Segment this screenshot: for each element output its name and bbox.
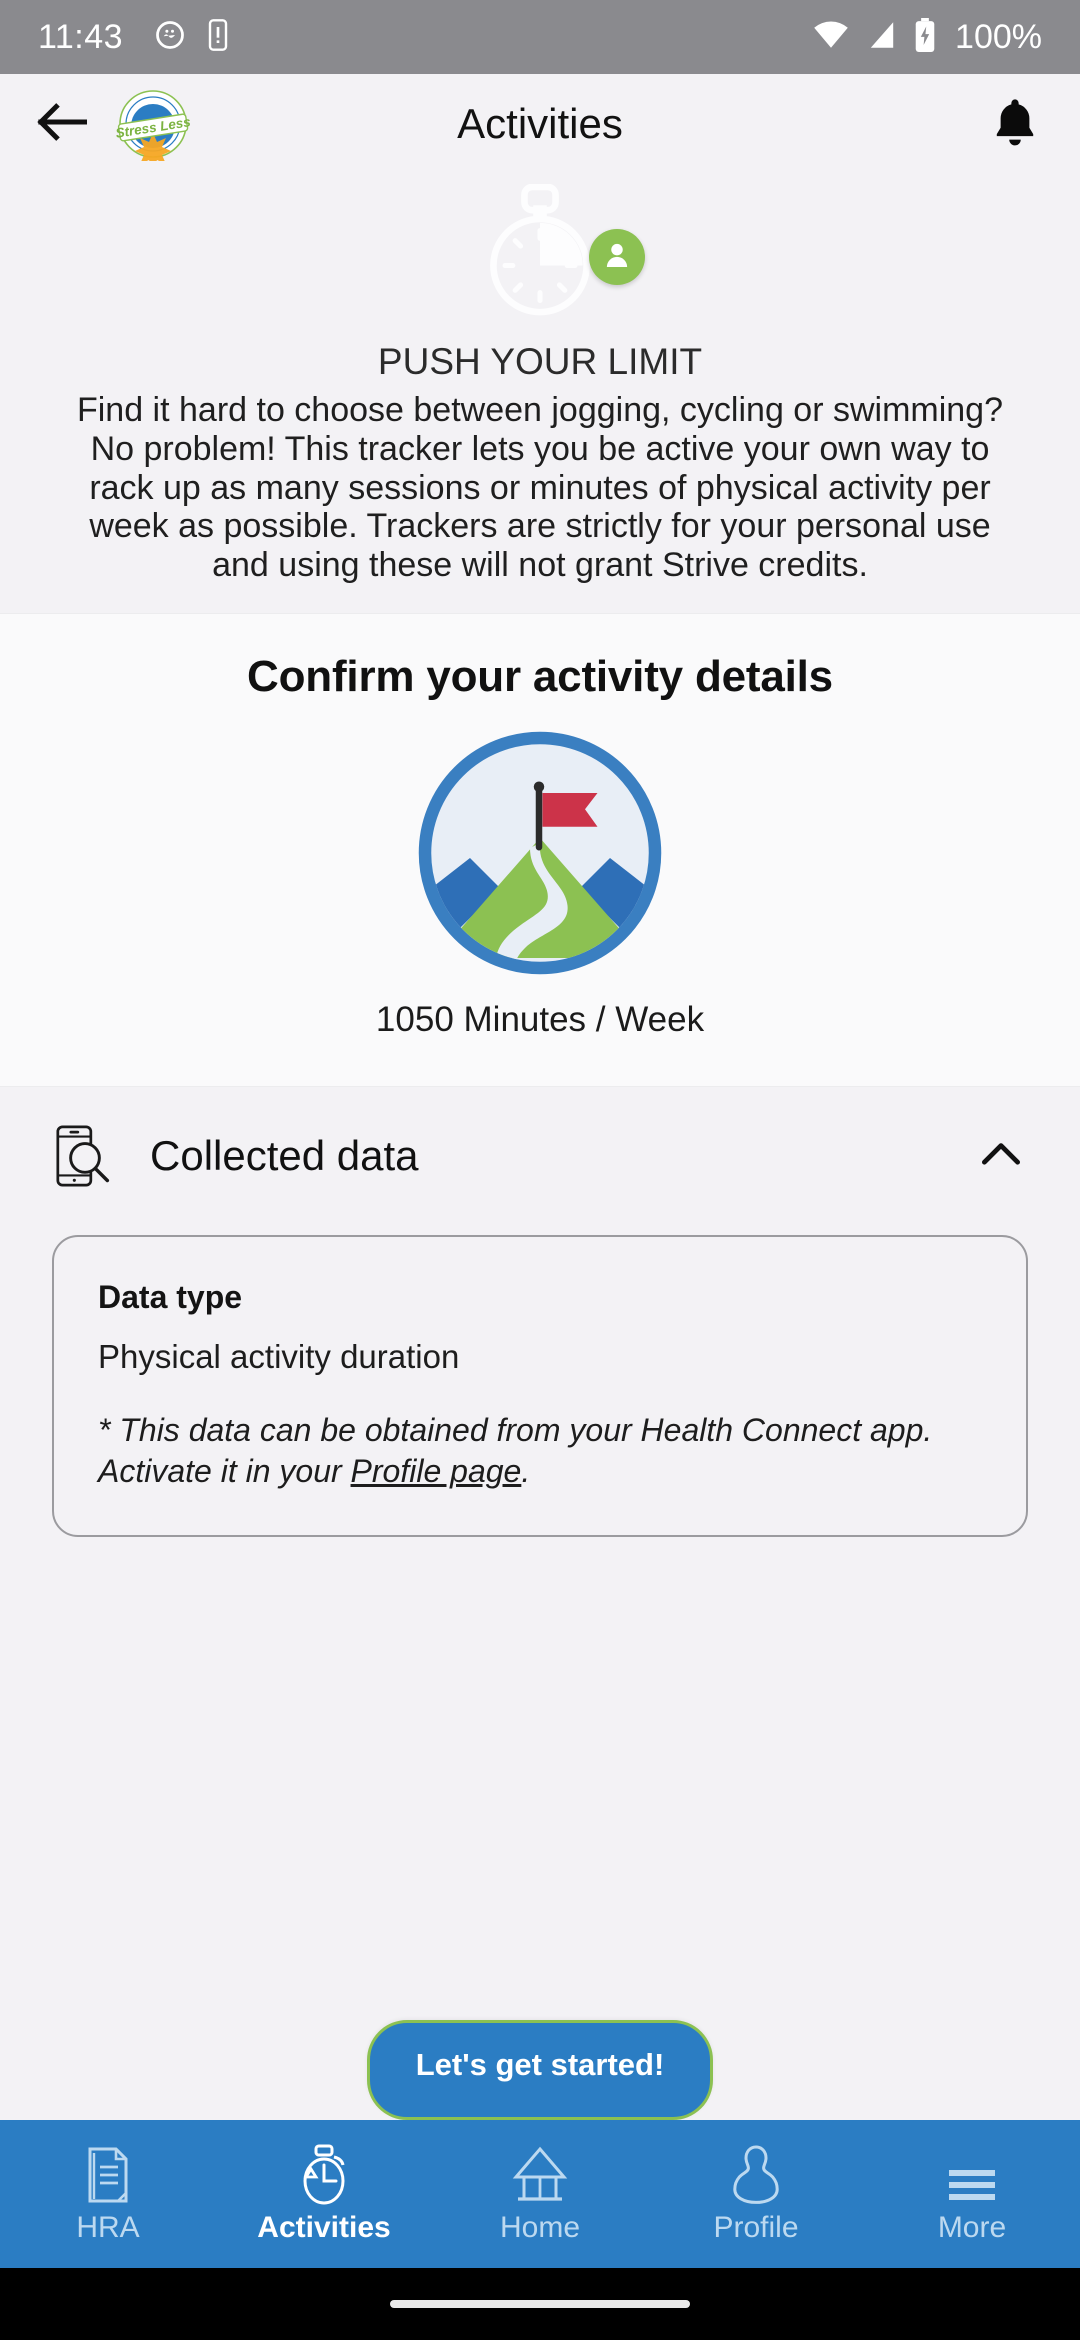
notifications-button[interactable] (984, 93, 1046, 155)
nav-item-more[interactable]: More (864, 2120, 1080, 2268)
stress-less-logo: Stress Less (114, 87, 192, 169)
cta-container: Let's get started! (0, 2020, 1080, 2120)
confirm-activity-section: Confirm your activity details 1050 Minut… (0, 612, 1080, 1086)
battery-charging-icon (913, 17, 937, 57)
person-icon (728, 2143, 784, 2205)
status-bar-system-icons: 100% (811, 17, 1042, 57)
phone-magnifier-icon (52, 1123, 118, 1189)
home-icon (510, 2143, 570, 2205)
cellular-signal-icon (865, 19, 899, 56)
nav-item-activities[interactable]: Activities (216, 2120, 432, 2268)
status-bar-clock: 11:43 (38, 17, 124, 56)
bottom-navigation-bar: HRA Activities Home Profile More (0, 2120, 1080, 2268)
collected-data-section: Collected data Data type Physical activi… (0, 1085, 1080, 1537)
status-bar: 11:43 100% (0, 0, 1080, 74)
user-avatar-badge[interactable] (589, 229, 645, 285)
tracker-hero-section: Stress Less Activities PUSH YOUR LIMIT F… (0, 74, 1080, 613)
data-type-label: Data type (98, 1278, 243, 1315)
back-button[interactable] (34, 96, 90, 152)
mountain-flag-goal-icon (415, 728, 665, 978)
person-icon (601, 239, 633, 276)
vibrate-phone-icon (207, 18, 229, 56)
nav-label-activities: Activities (257, 2211, 391, 2244)
nav-label-hra: HRA (76, 2211, 140, 2244)
profile-page-link[interactable]: Profile page (351, 1453, 522, 1489)
document-icon (80, 2143, 136, 2205)
menu-icon (943, 2143, 1001, 2205)
system-gesture-bar (0, 2268, 1080, 2340)
nav-item-home[interactable]: Home (432, 2120, 648, 2268)
lets-get-started-button[interactable]: Let's get started! (366, 2020, 714, 2120)
hero-description: Find it hard to choose between jogging, … (76, 391, 1004, 584)
nav-label-profile: Profile (713, 2211, 799, 2244)
gesture-pill[interactable] (390, 2300, 690, 2308)
confirm-heading: Confirm your activity details (247, 651, 833, 701)
hero-title: PUSH YOUR LIMIT (377, 341, 703, 382)
collected-data-title: Collected data (150, 1131, 419, 1179)
nav-item-profile[interactable]: Profile (648, 2120, 864, 2268)
data-type-card: Data type Physical activity duration * T… (52, 1234, 1028, 1537)
arrow-left-icon (37, 102, 88, 147)
stopwatch-icon (294, 2143, 354, 2205)
bell-icon (992, 97, 1038, 152)
data-type-value: Physical activity duration (98, 1337, 460, 1375)
nav-item-hra[interactable]: HRA (0, 2120, 216, 2268)
nav-label-home: Home (499, 2211, 581, 2244)
goal-value-label: 1050 Minutes / Week (375, 999, 705, 1039)
app-bar: Stress Less Activities (0, 74, 1080, 174)
collected-data-toggle[interactable]: Collected data (0, 1123, 1080, 1189)
health-connect-note: * This data can be obtained from your He… (98, 1410, 982, 1493)
hero-icon-wrap (0, 183, 1080, 321)
battery-percentage-label: 100% (955, 17, 1042, 56)
note-suffix-text: . (521, 1453, 531, 1490)
status-bar-notification-icons (155, 18, 229, 56)
chevron-up-icon[interactable] (974, 1129, 1028, 1183)
notification-dot-icon (155, 20, 185, 55)
wifi-icon (811, 19, 851, 56)
nav-label-more: More (937, 2211, 1007, 2244)
